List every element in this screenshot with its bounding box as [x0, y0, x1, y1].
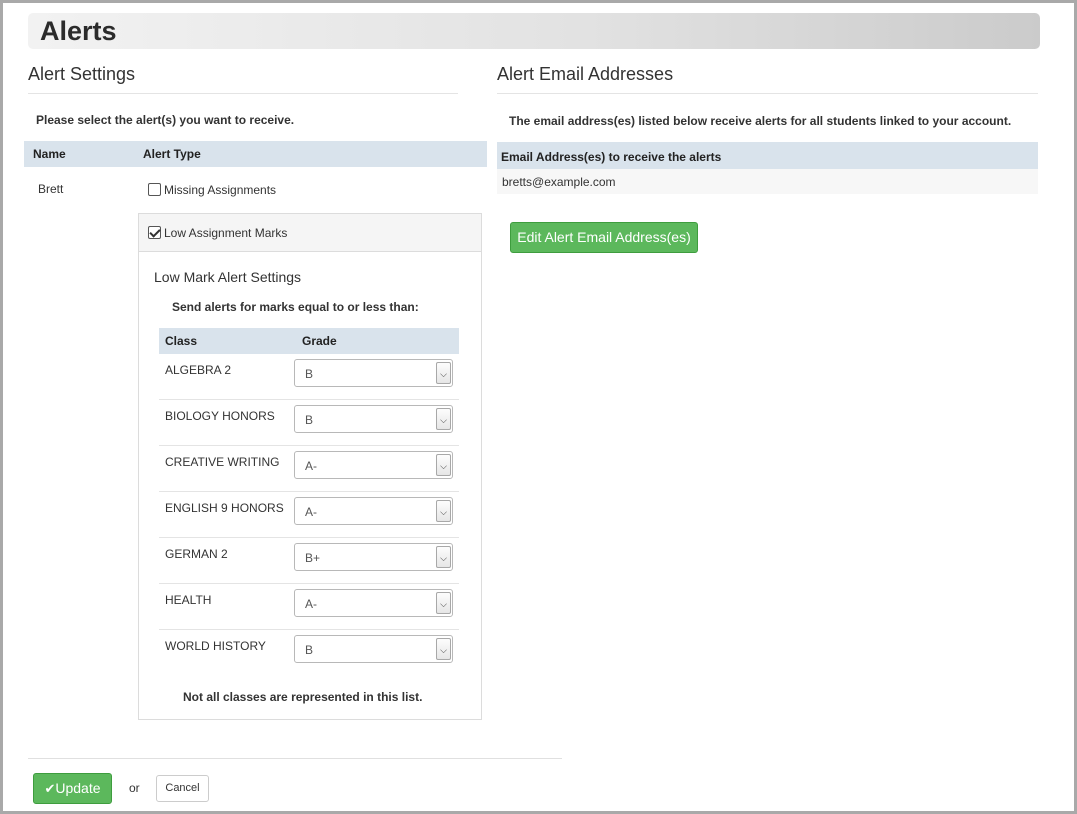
chevron-down-icon: ⌵: [436, 546, 451, 568]
grade-value: A-: [305, 459, 317, 473]
grade-value: B: [305, 413, 314, 427]
edit-email-button[interactable]: Edit Alert Email Address(es): [510, 222, 698, 253]
grade-row: HEALTH A- ⌵: [159, 584, 459, 630]
update-label: Update: [55, 780, 101, 796]
grade-value: B+: [305, 551, 321, 565]
alert-settings-heading: Alert Settings: [28, 63, 458, 94]
class-name: BIOLOGY HONORS: [165, 409, 275, 423]
grade-row: ENGLISH 9 HONORS A- ⌵: [159, 492, 459, 538]
chevron-down-icon: ⌵: [436, 408, 451, 430]
chevron-down-icon: ⌵: [436, 500, 451, 522]
column-name: Name: [33, 147, 66, 161]
grade-value: A-: [305, 597, 317, 611]
alerts-page: Alerts Alert Settings Please select the …: [0, 0, 1077, 814]
column-alert-type: Alert Type: [143, 147, 201, 161]
grade-select[interactable]: B ⌵: [294, 405, 453, 433]
column-email: Email Address(es) to receive the alerts: [501, 150, 722, 164]
missing-assignments-checkbox[interactable]: [148, 183, 161, 196]
grades-table-header: Class Grade: [159, 328, 459, 354]
grade-select[interactable]: A- ⌵: [294, 589, 453, 617]
grade-select[interactable]: B ⌵: [294, 359, 453, 387]
grade-row: CREATIVE WRITING A- ⌵: [159, 446, 459, 492]
grade-select[interactable]: A- ⌵: [294, 497, 453, 525]
grade-select[interactable]: B+ ⌵: [294, 543, 453, 571]
email-address: bretts@example.com: [502, 175, 616, 189]
low-assignment-marks-checkbox[interactable]: [148, 226, 161, 239]
grade-row: WORLD HISTORY B ⌵: [159, 630, 459, 676]
chevron-down-icon: ⌵: [436, 592, 451, 614]
student-name: Brett: [38, 182, 64, 196]
class-name: ALGEBRA 2: [165, 363, 232, 377]
update-button[interactable]: ✔Update: [33, 773, 112, 804]
column-class: Class: [165, 334, 198, 348]
footer-divider: [28, 758, 562, 759]
grade-row: GERMAN 2 B+ ⌵: [159, 538, 459, 584]
email-table-header: Email Address(es) to receive the alerts: [497, 142, 1038, 169]
low-mark-settings-heading: Low Mark Alert Settings: [154, 269, 302, 285]
email-addresses-heading: Alert Email Addresses: [497, 63, 1038, 94]
low-assignment-marks-label: Low Assignment Marks: [164, 226, 288, 240]
email-instruction: The email address(es) listed below recei…: [509, 114, 1012, 128]
low-assignment-marks-option[interactable]: Low Assignment Marks: [148, 226, 287, 240]
class-name: GERMAN 2: [165, 547, 228, 561]
cancel-button[interactable]: Cancel: [156, 775, 209, 802]
class-name: WORLD HISTORY: [165, 639, 266, 653]
low-marks-panel-header: Low Assignment Marks: [139, 214, 481, 252]
alert-instruction: Please select the alert(s) you want to r…: [36, 113, 295, 127]
low-mark-instruction: Send alerts for marks equal to or less t…: [172, 300, 419, 314]
column-grade: Grade: [302, 334, 337, 348]
chevron-down-icon: ⌵: [436, 454, 451, 476]
missing-assignments-option[interactable]: Missing Assignments: [148, 183, 276, 197]
alerts-table-header: Name Alert Type: [24, 141, 487, 167]
page-title: Alerts: [40, 16, 117, 46]
class-name: HEALTH: [165, 593, 212, 607]
grade-select[interactable]: B ⌵: [294, 635, 453, 663]
grade-value: A-: [305, 505, 317, 519]
grade-row: BIOLOGY HONORS B ⌵: [159, 400, 459, 446]
or-label: or: [129, 781, 140, 795]
missing-assignments-label: Missing Assignments: [164, 183, 277, 197]
grade-value: B: [305, 643, 314, 657]
classes-note: Not all classes are represented in this …: [183, 690, 423, 704]
chevron-down-icon: ⌵: [436, 638, 451, 660]
grade-value: B: [305, 367, 314, 381]
low-marks-panel: Low Assignment Marks Low Mark Alert Sett…: [138, 213, 482, 720]
checkmark-icon: ✔: [44, 781, 56, 796]
email-row: bretts@example.com: [497, 169, 1038, 194]
chevron-down-icon: ⌵: [436, 362, 451, 384]
grade-select[interactable]: A- ⌵: [294, 451, 453, 479]
title-bar: Alerts: [28, 13, 1040, 49]
class-name: ENGLISH 9 HONORS: [165, 501, 284, 515]
class-name: CREATIVE WRITING: [165, 455, 280, 469]
grade-row: ALGEBRA 2 B ⌵: [159, 354, 459, 400]
